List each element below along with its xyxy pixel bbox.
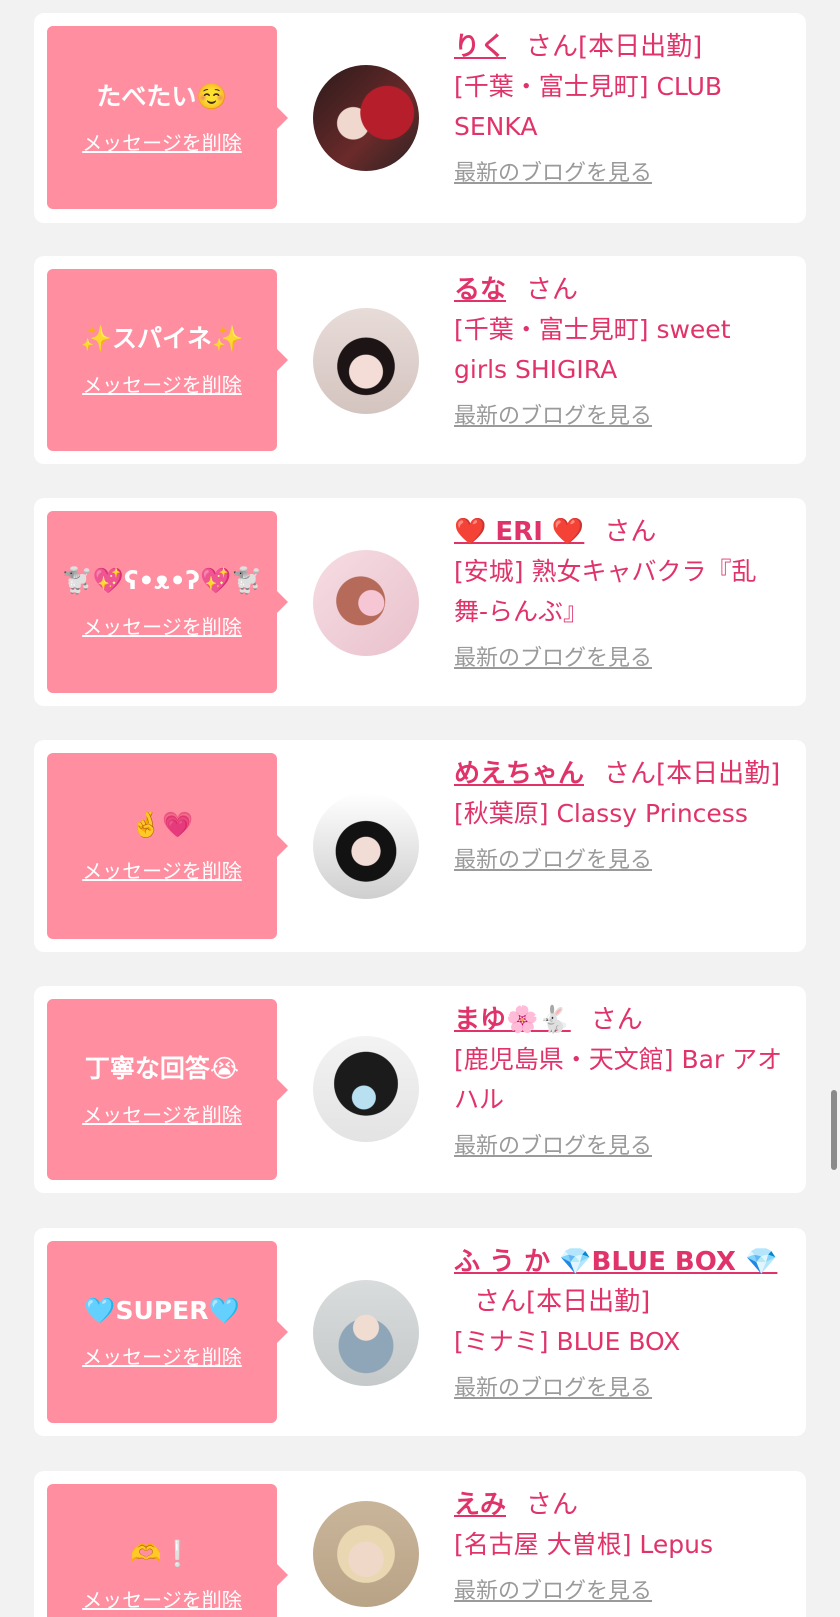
delete-message-link[interactable]: メッセージを削除 <box>82 858 242 884</box>
status-badge: [本日出勤] <box>526 1287 651 1317</box>
message-text: 🐩💖ʕ•ᴥ•ʔ💖🐩 <box>61 566 263 595</box>
honorific: さん <box>604 759 657 789</box>
delete-message-link[interactable]: メッセージを削除 <box>82 614 242 640</box>
message-text: 🩵SUPER🩵 <box>84 1296 240 1325</box>
profile-name-link[interactable]: ふ う か 💎BLUE BOX 💎 <box>454 1247 777 1277</box>
latest-blog-link[interactable]: 最新のブログを見る <box>454 402 652 432</box>
avatar[interactable] <box>313 1036 419 1142</box>
avatar[interactable] <box>313 793 419 899</box>
message-text: 丁寧な回答😭 <box>84 1053 240 1083</box>
latest-blog-link[interactable]: 最新のブログを見る <box>454 644 652 674</box>
profile-info: ふ う か 💎BLUE BOX 💎 さん[本日出勤] [ミナミ] BLUE BOX… <box>454 1242 789 1404</box>
shop-name: [ミナミ] BLUE BOX <box>454 1327 681 1356</box>
list-item: 丁寧な回答😭 メッセージを削除 まゆ🌸🐇 さん [鹿児島県・天文館] Bar アオ… <box>34 986 806 1193</box>
shop-name: [鹿児島県・天文館] Bar アオハル <box>454 1045 783 1114</box>
latest-blog-link[interactable]: 最新のブログを見る <box>454 1132 652 1162</box>
message-text: 🫶❕ <box>130 1539 194 1568</box>
avatar[interactable] <box>313 308 419 414</box>
status-badge: [本日出勤] <box>578 32 703 62</box>
message-bubble: 🫶❕ メッセージを削除 <box>47 1484 288 1617</box>
honorific: さん <box>604 517 657 547</box>
message-bubble: 🐩💖ʕ•ᴥ•ʔ💖🐩 メッセージを削除 <box>47 511 288 693</box>
profile-name-link[interactable]: めえちゃん <box>454 759 584 789</box>
avatar[interactable] <box>313 65 419 171</box>
message-bubble: たべたい☺️ メッセージを削除 <box>47 26 288 209</box>
profile-name-link[interactable]: ❤️ ERI ❤️ <box>454 517 584 547</box>
shop-name: [千葉・富士見町] sweet girls SHIGIRA <box>454 315 731 384</box>
message-text: 🤞💗 <box>130 810 194 839</box>
message-bubble: 丁寧な回答😭 メッセージを削除 <box>47 999 288 1180</box>
delete-message-link[interactable]: メッセージを削除 <box>82 1344 242 1370</box>
message-bubble: 🩵SUPER🩵 メッセージを削除 <box>47 1241 288 1423</box>
delete-message-link[interactable]: メッセージを削除 <box>82 372 242 398</box>
profile-info: りく さん[本日出勤] [千葉・富士見町] CLUB SENKA 最新のブログを見… <box>454 27 789 189</box>
honorific: さん <box>526 1490 579 1520</box>
latest-blog-link[interactable]: 最新のブログを見る <box>454 1577 652 1607</box>
avatar[interactable] <box>313 550 419 656</box>
message-text: ✨スパイネ✨ <box>80 324 244 353</box>
scrollbar[interactable] <box>831 1090 837 1170</box>
list-item: ✨スパイネ✨ メッセージを削除 るな さん [千葉・富士見町] sweet gir… <box>34 256 806 464</box>
shop-name: [秋葉原] Classy Princess <box>454 799 748 828</box>
shop-name: [名古屋 大曽根] Lepus <box>454 1530 714 1559</box>
delete-message-link[interactable]: メッセージを削除 <box>82 1587 242 1613</box>
honorific: さん <box>590 1005 643 1035</box>
honorific: さん <box>474 1287 527 1317</box>
latest-blog-link[interactable]: 最新のブログを見る <box>454 846 652 876</box>
delete-message-link[interactable]: メッセージを削除 <box>82 1102 242 1128</box>
favorites-list: たべたい☺️ メッセージを削除 りく さん[本日出勤] [千葉・富士見町] CLU… <box>0 0 840 1617</box>
latest-blog-link[interactable]: 最新のブログを見る <box>454 1374 652 1404</box>
profile-name-link[interactable]: るな <box>454 275 506 305</box>
profile-info: ❤️ ERI ❤️ さん [安城] 熟女キャバクラ『乱舞-らんぶ』 最新のブログを… <box>454 512 789 674</box>
honorific: さん <box>526 275 579 305</box>
list-item: 🫶❕ メッセージを削除 えみ さん [名古屋 大曽根] Lepus 最新のブログを… <box>34 1471 806 1617</box>
shop-name: [安城] 熟女キャバクラ『乱舞-らんぶ』 <box>454 557 757 626</box>
delete-message-link[interactable]: メッセージを削除 <box>82 130 242 156</box>
message-text: たべたい☺️ <box>96 81 228 111</box>
honorific: さん <box>526 32 579 62</box>
latest-blog-link[interactable]: 最新のブログを見る <box>454 159 652 189</box>
shop-name: [千葉・富士見町] CLUB SENKA <box>454 72 723 141</box>
profile-name-link[interactable]: りく <box>454 32 506 62</box>
list-item: 🤞💗 メッセージを削除 めえちゃん さん[本日出勤] [秋葉原] Classy P… <box>34 740 806 952</box>
list-item: たべたい☺️ メッセージを削除 りく さん[本日出勤] [千葉・富士見町] CLU… <box>34 13 806 223</box>
profile-name-link[interactable]: えみ <box>454 1490 506 1520</box>
profile-info: めえちゃん さん[本日出勤] [秋葉原] Classy Princess 最新のブ… <box>454 754 789 876</box>
profile-name-link[interactable]: まゆ🌸🐇 <box>454 1005 571 1035</box>
list-item: 🐩💖ʕ•ᴥ•ʔ💖🐩 メッセージを削除 ❤️ ERI ❤️ さん [安城] 熟女キャ… <box>34 498 806 706</box>
avatar[interactable] <box>313 1280 419 1386</box>
status-badge: [本日出勤] <box>656 759 781 789</box>
profile-info: まゆ🌸🐇 さん [鹿児島県・天文館] Bar アオハル 最新のブログを見る <box>454 1000 789 1162</box>
message-bubble: 🤞💗 メッセージを削除 <box>47 753 288 939</box>
message-bubble: ✨スパイネ✨ メッセージを削除 <box>47 269 288 451</box>
profile-info: えみ さん [名古屋 大曽根] Lepus 最新のブログを見る <box>454 1485 789 1607</box>
avatar[interactable] <box>313 1501 419 1607</box>
profile-info: るな さん [千葉・富士見町] sweet girls SHIGIRA 最新のブロ… <box>454 270 789 432</box>
list-item: 🩵SUPER🩵 メッセージを削除 ふ う か 💎BLUE BOX 💎 さん[本日出… <box>34 1228 806 1436</box>
